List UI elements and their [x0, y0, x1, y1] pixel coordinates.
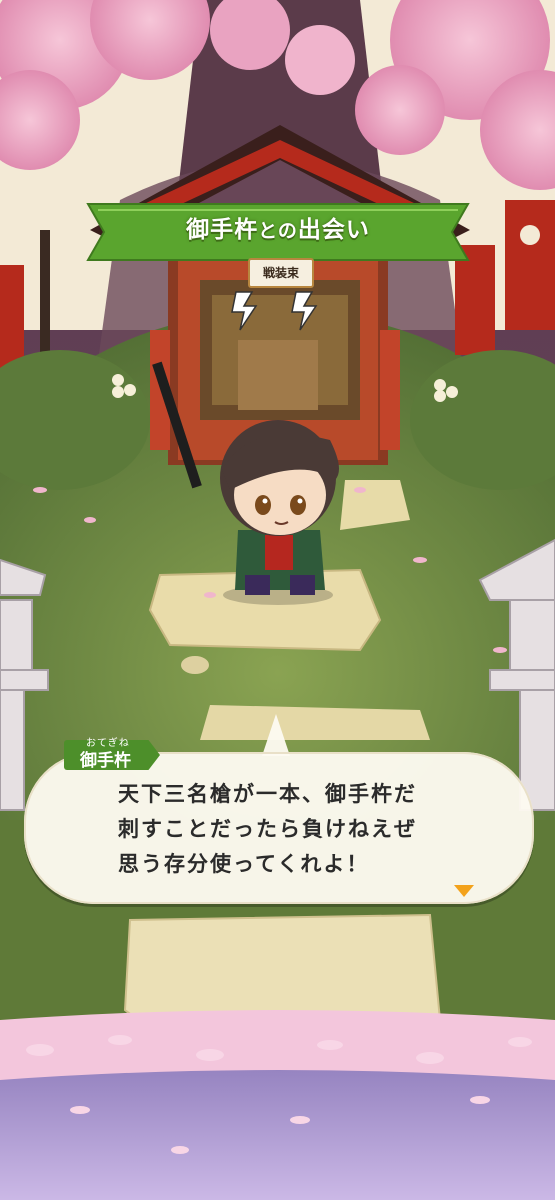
dialogue-line-2: 刺すことだったら負けねえぜ: [118, 817, 417, 841]
dialogue-line-3: 思う存分使ってくれよ！: [118, 852, 370, 876]
banner-character-name: 御手杵: [186, 217, 259, 243]
banner-connector: との: [258, 220, 298, 242]
banner-suffix: 出会い: [297, 217, 370, 243]
triangle-down-icon[interactable]: [454, 885, 474, 897]
banner-title: 御手杵との出会い: [88, 210, 468, 244]
dialogue-line-1: 天下三名槍が一本、御手杵だ: [118, 782, 417, 806]
speaker-name: 御手杵: [80, 751, 131, 771]
title-banner: 御手杵との出会い: [88, 196, 468, 260]
game-scene: [0, 0, 555, 1200]
dialog-tail: [262, 714, 290, 756]
shrine-plaque: 戦装束: [248, 258, 314, 288]
